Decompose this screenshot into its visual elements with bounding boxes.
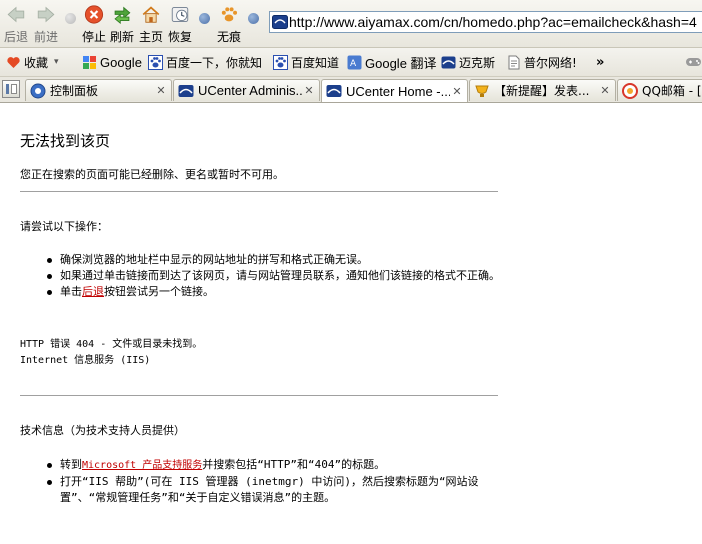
bookmark-label: Google 翻译 <box>365 55 437 71</box>
forward-button[interactable]: 前进 <box>34 3 58 45</box>
translate-icon: A <box>347 55 362 69</box>
svg-text:A: A <box>350 59 357 69</box>
heart-icon <box>7 56 20 68</box>
incognito-label: 无痕 <box>217 30 242 44</box>
stop-icon <box>84 5 104 24</box>
divider <box>20 191 498 192</box>
bookmark-google-translate[interactable]: A Google 翻译 <box>347 53 437 71</box>
restore-dropdown-icon[interactable] <box>199 13 210 24</box>
baidu-paw-icon <box>273 54 288 70</box>
bookmark-puer[interactable]: 普尔网络! <box>506 53 577 71</box>
stop-button[interactable]: 停止 <box>82 3 106 45</box>
sidebar-toggle-icon[interactable] <box>2 80 20 98</box>
back-button[interactable]: 后退 <box>4 3 28 45</box>
favorites-menu[interactable]: 收藏 ▾ <box>6 53 59 71</box>
close-icon[interactable]: ✕ <box>154 84 168 97</box>
stop-label: 停止 <box>82 30 107 44</box>
restore-icon <box>171 7 189 22</box>
history-dropdown-icon[interactable] <box>65 13 76 24</box>
restore-label: 恢复 <box>168 30 193 44</box>
bookmark-google[interactable]: Google <box>82 53 142 71</box>
maxthon-icon <box>326 85 342 97</box>
click-suffix: 按钮尝试另一个链接。 <box>104 285 214 298</box>
tab-title: 【新提醒】发表... <box>494 84 590 98</box>
cup-icon <box>475 85 489 97</box>
back-label: 后退 <box>4 30 29 44</box>
tab-title: QQ邮箱 - [z <box>642 84 702 98</box>
home-button[interactable]: 主页 <box>139 3 163 45</box>
http-error-text: HTTP 错误 404 - 文件或目录未找到。 <box>20 339 203 350</box>
maxthon-icon <box>178 84 194 97</box>
paw-icon <box>221 7 238 22</box>
tab-title: UCenter Adminis... <box>198 83 302 98</box>
try-heading: 请尝试以下操作： <box>20 220 108 233</box>
page-content: 无法找到该页 您正在搜索的页面可能已经删除、更名或暂时不可用。 请尝试以下操作：… <box>0 103 702 544</box>
tab-title: 控制面板 <box>50 84 99 98</box>
restore-button[interactable]: 恢复 <box>168 3 192 45</box>
maxthon-icon <box>441 56 456 68</box>
qq-icon <box>622 82 638 99</box>
address-url: http://www.aiyamax.com/cn/homedo.php?ac=… <box>289 14 697 30</box>
tab-ucenter-admin[interactable]: UCenter Adminis... ✕ <box>173 79 320 101</box>
close-icon[interactable]: ✕ <box>450 85 464 98</box>
refresh-label: 刷新 <box>110 30 135 44</box>
bookmark-maxthon[interactable]: 迈克斯 <box>441 53 495 71</box>
divider <box>20 395 498 396</box>
back-arrow-icon <box>7 6 25 23</box>
tab-bar: 控制面板 ✕ UCenter Adminis... ✕ UCenter Home… <box>0 77 702 103</box>
refresh-button[interactable]: 刷新 <box>110 3 134 45</box>
click-prefix: 单击 <box>60 285 82 298</box>
tab-qq-mail[interactable]: QQ邮箱 - [z <box>617 79 702 101</box>
close-icon[interactable]: ✕ <box>598 84 612 97</box>
baidu-paw-icon <box>148 54 163 70</box>
tab-title: UCenter Home -... <box>346 83 450 99</box>
home-label: 主页 <box>139 30 164 44</box>
tab-new-reminder[interactable]: 【新提醒】发表... ✕ <box>469 79 616 101</box>
bookmark-label: 百度一下，你就知 <box>166 55 263 70</box>
tab-control-panel[interactable]: 控制面板 ✕ <box>25 79 172 101</box>
gamepad-icon[interactable] <box>685 55 702 69</box>
refresh-icon <box>114 6 131 24</box>
bookmark-baidu[interactable]: 百度一下，你就知 <box>148 53 262 71</box>
list-item: 单击后退按钮尝试另一个链接。 <box>20 284 500 300</box>
page-title: 无法找到该页 <box>20 132 111 150</box>
suggestion-list: 确保浏览器的地址栏中显示的网站地址的拼写和格式正确无误。 如果通过单击链接而到达… <box>20 252 500 300</box>
chevron-down-icon: ▾ <box>54 57 59 67</box>
tech-goto: 转到 <box>60 458 82 471</box>
bookmark-baidu-zhidao[interactable]: 百度知道 <box>273 53 339 71</box>
bookmark-label: 普尔网络! <box>524 55 577 70</box>
iis-text: Internet 信息服务 (IIS) <box>20 355 151 366</box>
page-icon <box>508 55 520 69</box>
list-item: 如果通过单击链接而到达了该网页，请与网站管理员联系，通知他们该链接的格式不正确。 <box>20 268 500 284</box>
gear-icon <box>30 83 46 98</box>
tech-list: 转到Microsoft 产品支持服务并搜索包括“HTTP”和“404”的标题。 … <box>20 457 500 506</box>
bookmark-label: Google <box>100 54 142 70</box>
tab-ucenter-home[interactable]: UCenter Home -... ✕ <box>321 79 468 102</box>
incognito-button[interactable]: 无痕 <box>217 3 241 45</box>
ms-support-link[interactable]: Microsoft 产品支持服务 <box>82 460 202 471</box>
address-bar[interactable]: http://www.aiyamax.com/cn/homedo.php?ac=… <box>269 11 702 33</box>
intro-text: 您正在搜索的页面可能已经删除、更名或暂时不可用。 <box>20 168 284 181</box>
bookmarks-overflow-button[interactable]: » <box>596 53 604 71</box>
google-icon <box>83 55 96 69</box>
tech-heading: 技术信息（为技术支持人员提供） <box>20 424 185 437</box>
bookmark-label: 百度知道 <box>291 55 340 70</box>
navigation-toolbar: 后退 前进 停止 刷新 主页 恢复 无痕 http://www.aiyamax.… <box>0 0 702 48</box>
forward-arrow-icon <box>37 6 55 23</box>
list-item: 确保浏览器的地址栏中显示的网站地址的拼写和格式正确无误。 <box>20 252 500 268</box>
bookmarks-bar: 收藏 ▾ Google 百度一下，你就知 百度知道 A Google 翻译 迈克… <box>0 48 702 77</box>
incognito-dropdown-icon[interactable] <box>248 13 259 24</box>
list-item: 打开“IIS 帮助”(可在 IIS 管理器 (inetmgr) 中访问)，然后搜… <box>20 474 500 506</box>
close-icon[interactable]: ✕ <box>302 84 316 97</box>
tech-goto-suffix: 并搜索包括“HTTP”和“404”的标题。 <box>202 458 386 471</box>
bookmark-label: 迈克斯 <box>459 55 496 70</box>
list-item: 转到Microsoft 产品支持服务并搜索包括“HTTP”和“404”的标题。 <box>20 457 500 474</box>
page-favicon-icon <box>272 15 288 29</box>
forward-label: 前进 <box>34 30 59 44</box>
home-icon <box>142 6 160 23</box>
favorites-label: 收藏 <box>24 55 49 70</box>
back-link[interactable]: 后退 <box>82 285 104 298</box>
